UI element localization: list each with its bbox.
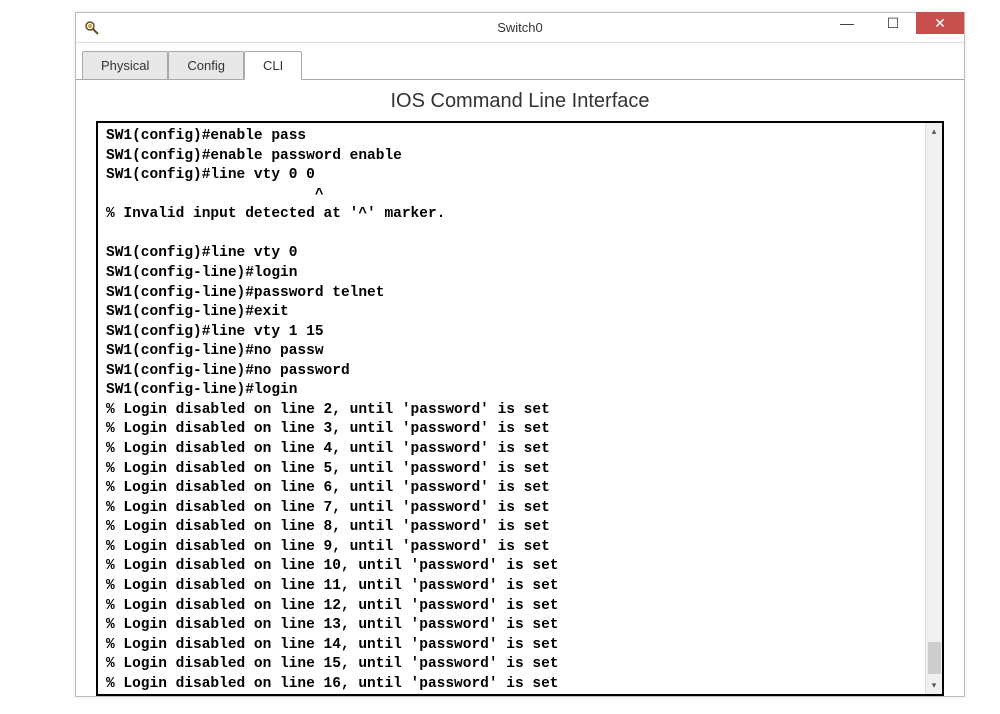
window-controls: — ☐ ✕ xyxy=(824,13,964,42)
tab-cli[interactable]: CLI xyxy=(244,51,302,80)
app-icon xyxy=(84,20,100,36)
content-area: IOS Command Line Interface SW1(config)#e… xyxy=(76,80,964,696)
scroll-thumb[interactable] xyxy=(928,642,941,674)
tab-bar: Physical Config CLI xyxy=(76,43,964,80)
minimize-button[interactable]: — xyxy=(824,12,870,34)
close-button[interactable]: ✕ xyxy=(916,12,964,34)
app-window: Switch0 — ☐ ✕ Physical Config CLI IOS Co… xyxy=(75,12,965,697)
window-title: Switch0 xyxy=(497,20,543,35)
scroll-down-arrow[interactable]: ▾ xyxy=(926,677,942,694)
scroll-up-arrow[interactable]: ▴ xyxy=(926,123,942,140)
tab-physical[interactable]: Physical xyxy=(82,51,168,79)
maximize-button[interactable]: ☐ xyxy=(870,12,916,34)
terminal-output[interactable]: SW1(config)#enable pass SW1(config)#enab… xyxy=(98,123,942,694)
tab-config[interactable]: Config xyxy=(168,51,244,79)
titlebar[interactable]: Switch0 — ☐ ✕ xyxy=(76,13,964,43)
terminal-container: SW1(config)#enable pass SW1(config)#enab… xyxy=(96,121,944,696)
cli-heading: IOS Command Line Interface xyxy=(96,90,944,113)
vertical-scrollbar[interactable]: ▴ ▾ xyxy=(925,123,942,694)
